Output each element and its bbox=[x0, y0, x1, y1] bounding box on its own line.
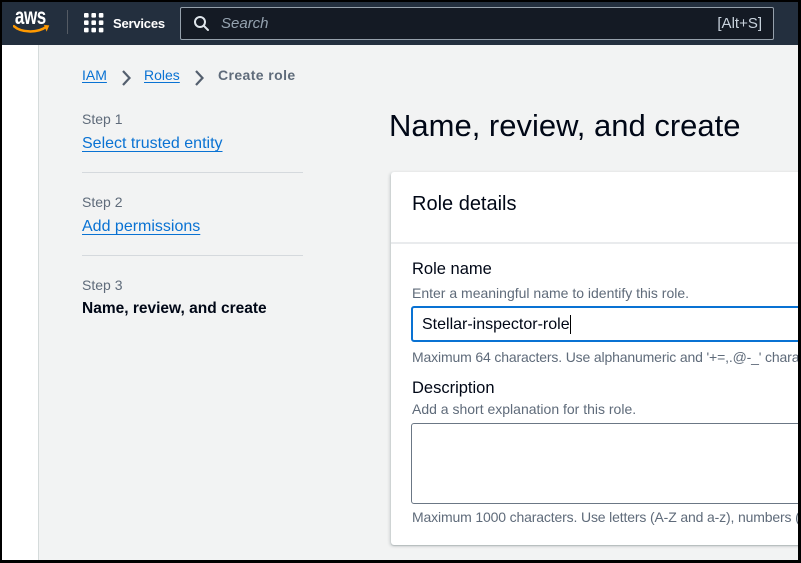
svg-text:aws: aws bbox=[15, 9, 46, 30]
